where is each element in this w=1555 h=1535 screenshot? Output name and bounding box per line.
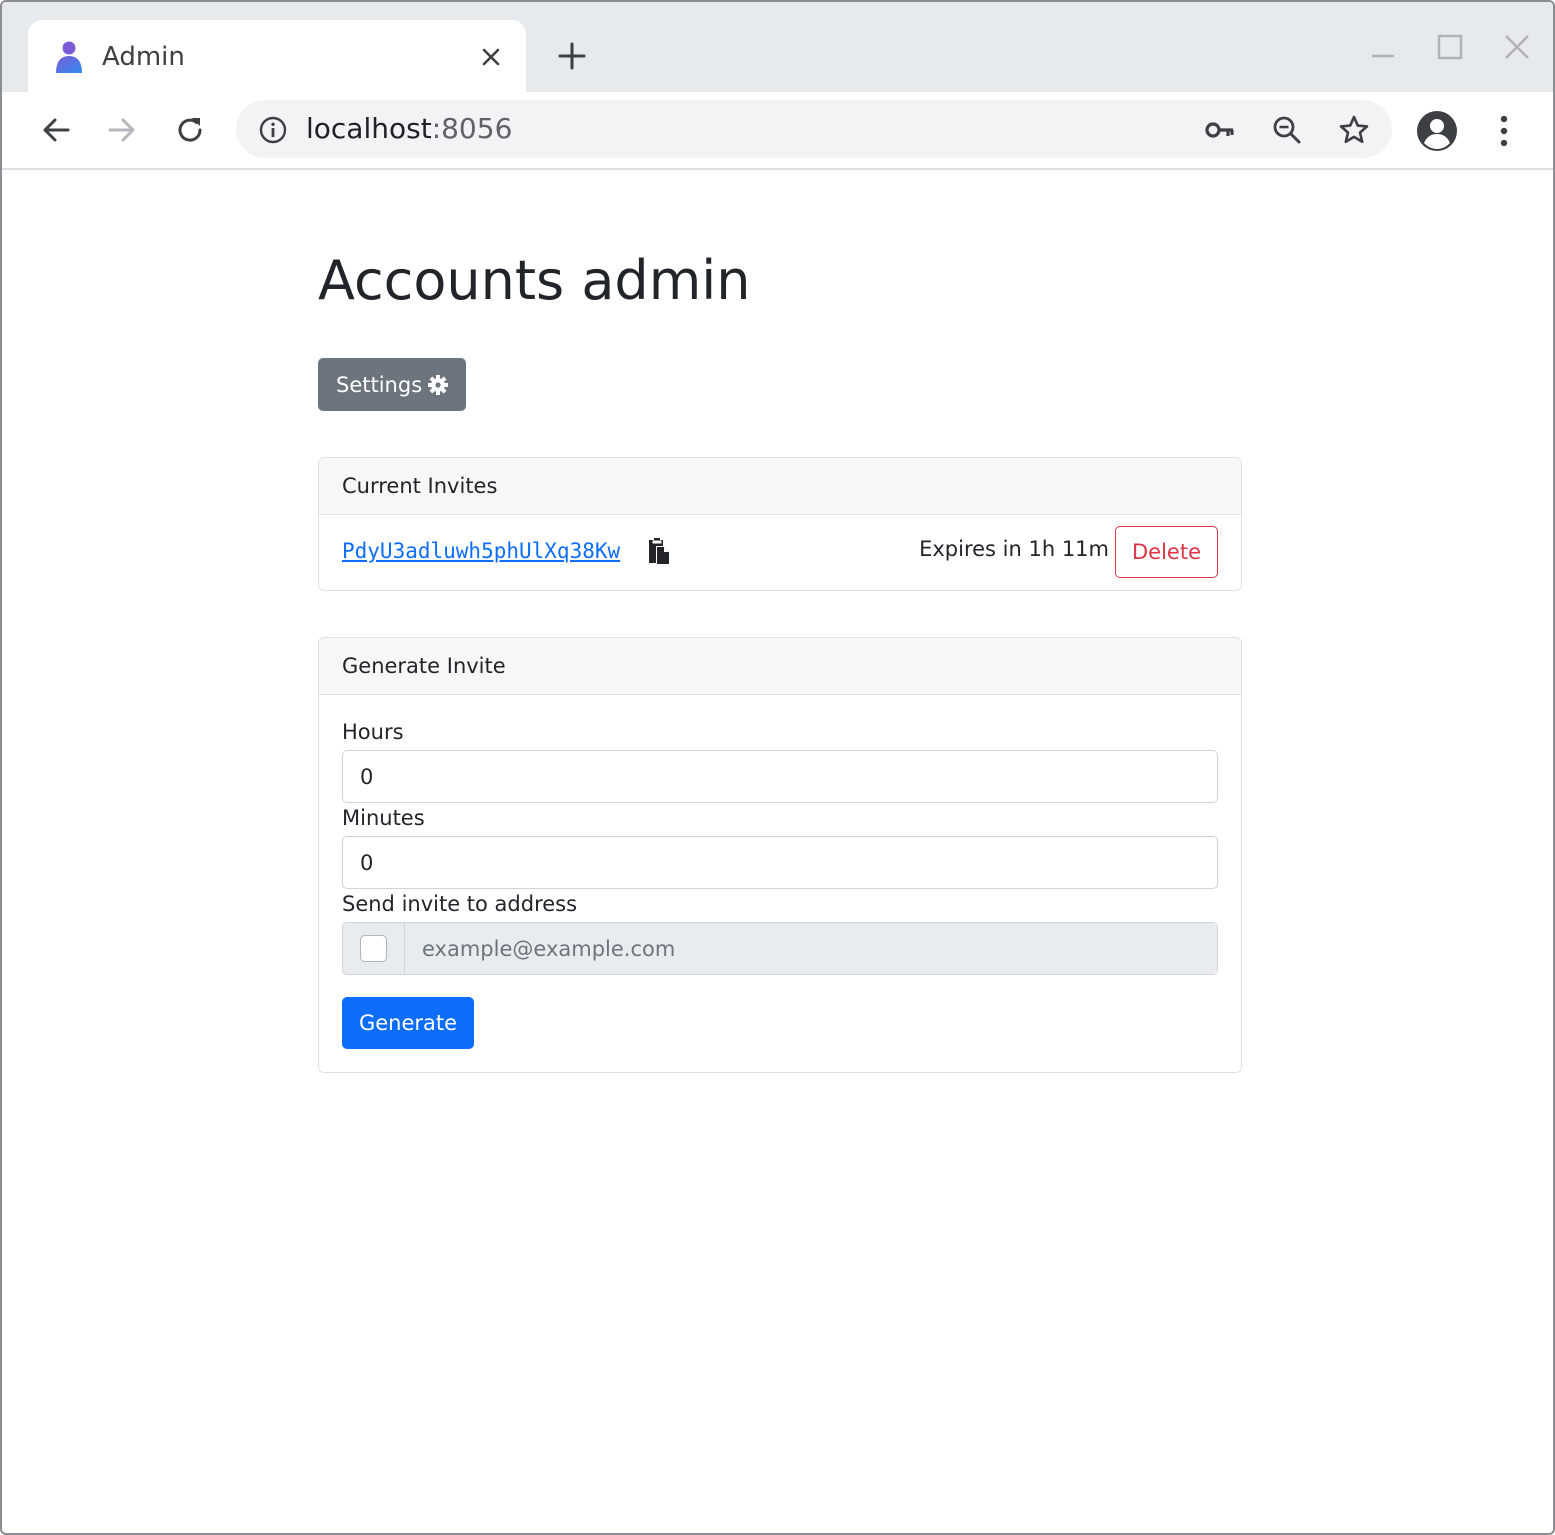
minutes-input[interactable] xyxy=(342,836,1218,889)
browser-tab-admin[interactable]: Admin xyxy=(28,20,526,92)
settings-button[interactable]: Settings xyxy=(318,358,467,411)
clipboard-icon[interactable] xyxy=(645,537,671,565)
minimize-icon[interactable] xyxy=(1368,32,1398,62)
generate-invite-card: Generate Invite Hours Minutes Send invit… xyxy=(318,637,1242,1073)
bookmark-star-icon[interactable] xyxy=(1338,114,1370,146)
url-host: localhost xyxy=(306,112,432,145)
delete-invite-button[interactable]: Delete xyxy=(1115,526,1218,578)
more-menu-icon[interactable] xyxy=(1490,112,1518,150)
page-title: Accounts admin xyxy=(318,249,751,312)
url-text[interactable]: localhost:8056 xyxy=(306,112,512,146)
zoom-out-icon[interactable] xyxy=(1271,114,1303,146)
close-tab-icon[interactable] xyxy=(476,42,506,72)
browser-window: Admin localhost:8056 Accounts admin Sett… xyxy=(0,0,1555,1535)
profile-avatar-icon[interactable] xyxy=(1416,110,1458,152)
hours-label: Hours xyxy=(342,720,404,744)
tab-title: Admin xyxy=(102,42,185,72)
generate-button[interactable]: Generate xyxy=(342,997,474,1049)
new-tab-icon[interactable] xyxy=(554,38,590,74)
forward-arrow-icon[interactable] xyxy=(104,112,140,148)
invite-row: PdyU3adluwh5phUlXq38Kw Expires in 1h 11m… xyxy=(319,515,1241,590)
send-address-input[interactable] xyxy=(405,923,1217,974)
invite-expiry-text: Expires in 1h 11m xyxy=(919,537,1109,561)
key-icon[interactable] xyxy=(1204,114,1236,146)
current-invites-header: Current Invites xyxy=(319,458,1241,515)
invite-code-link[interactable]: PdyU3adluwh5phUlXq38Kw xyxy=(342,539,620,563)
back-arrow-icon[interactable] xyxy=(38,112,74,148)
hours-input[interactable] xyxy=(342,750,1218,803)
address-bar[interactable]: localhost:8056 xyxy=(236,100,1392,158)
browser-toolbar: localhost:8056 xyxy=(2,92,1553,170)
gear-icon xyxy=(428,374,449,395)
user-icon xyxy=(56,41,82,73)
close-window-icon[interactable] xyxy=(1502,32,1532,62)
tab-strip: Admin xyxy=(2,2,1553,92)
send-address-label: Send invite to address xyxy=(342,892,578,916)
send-address-checkbox-wrap xyxy=(343,923,405,974)
reload-icon[interactable] xyxy=(172,112,208,148)
minutes-label: Minutes xyxy=(342,806,425,830)
maximize-icon[interactable] xyxy=(1435,32,1465,62)
send-address-checkbox[interactable] xyxy=(360,935,387,962)
url-port: :8056 xyxy=(431,112,513,145)
info-icon[interactable] xyxy=(258,115,288,145)
generate-invite-header: Generate Invite xyxy=(319,638,1241,695)
current-invites-card: Current Invites PdyU3adluwh5phUlXq38Kw E… xyxy=(318,457,1242,591)
settings-button-label: Settings xyxy=(336,372,423,397)
send-address-group xyxy=(342,922,1218,975)
